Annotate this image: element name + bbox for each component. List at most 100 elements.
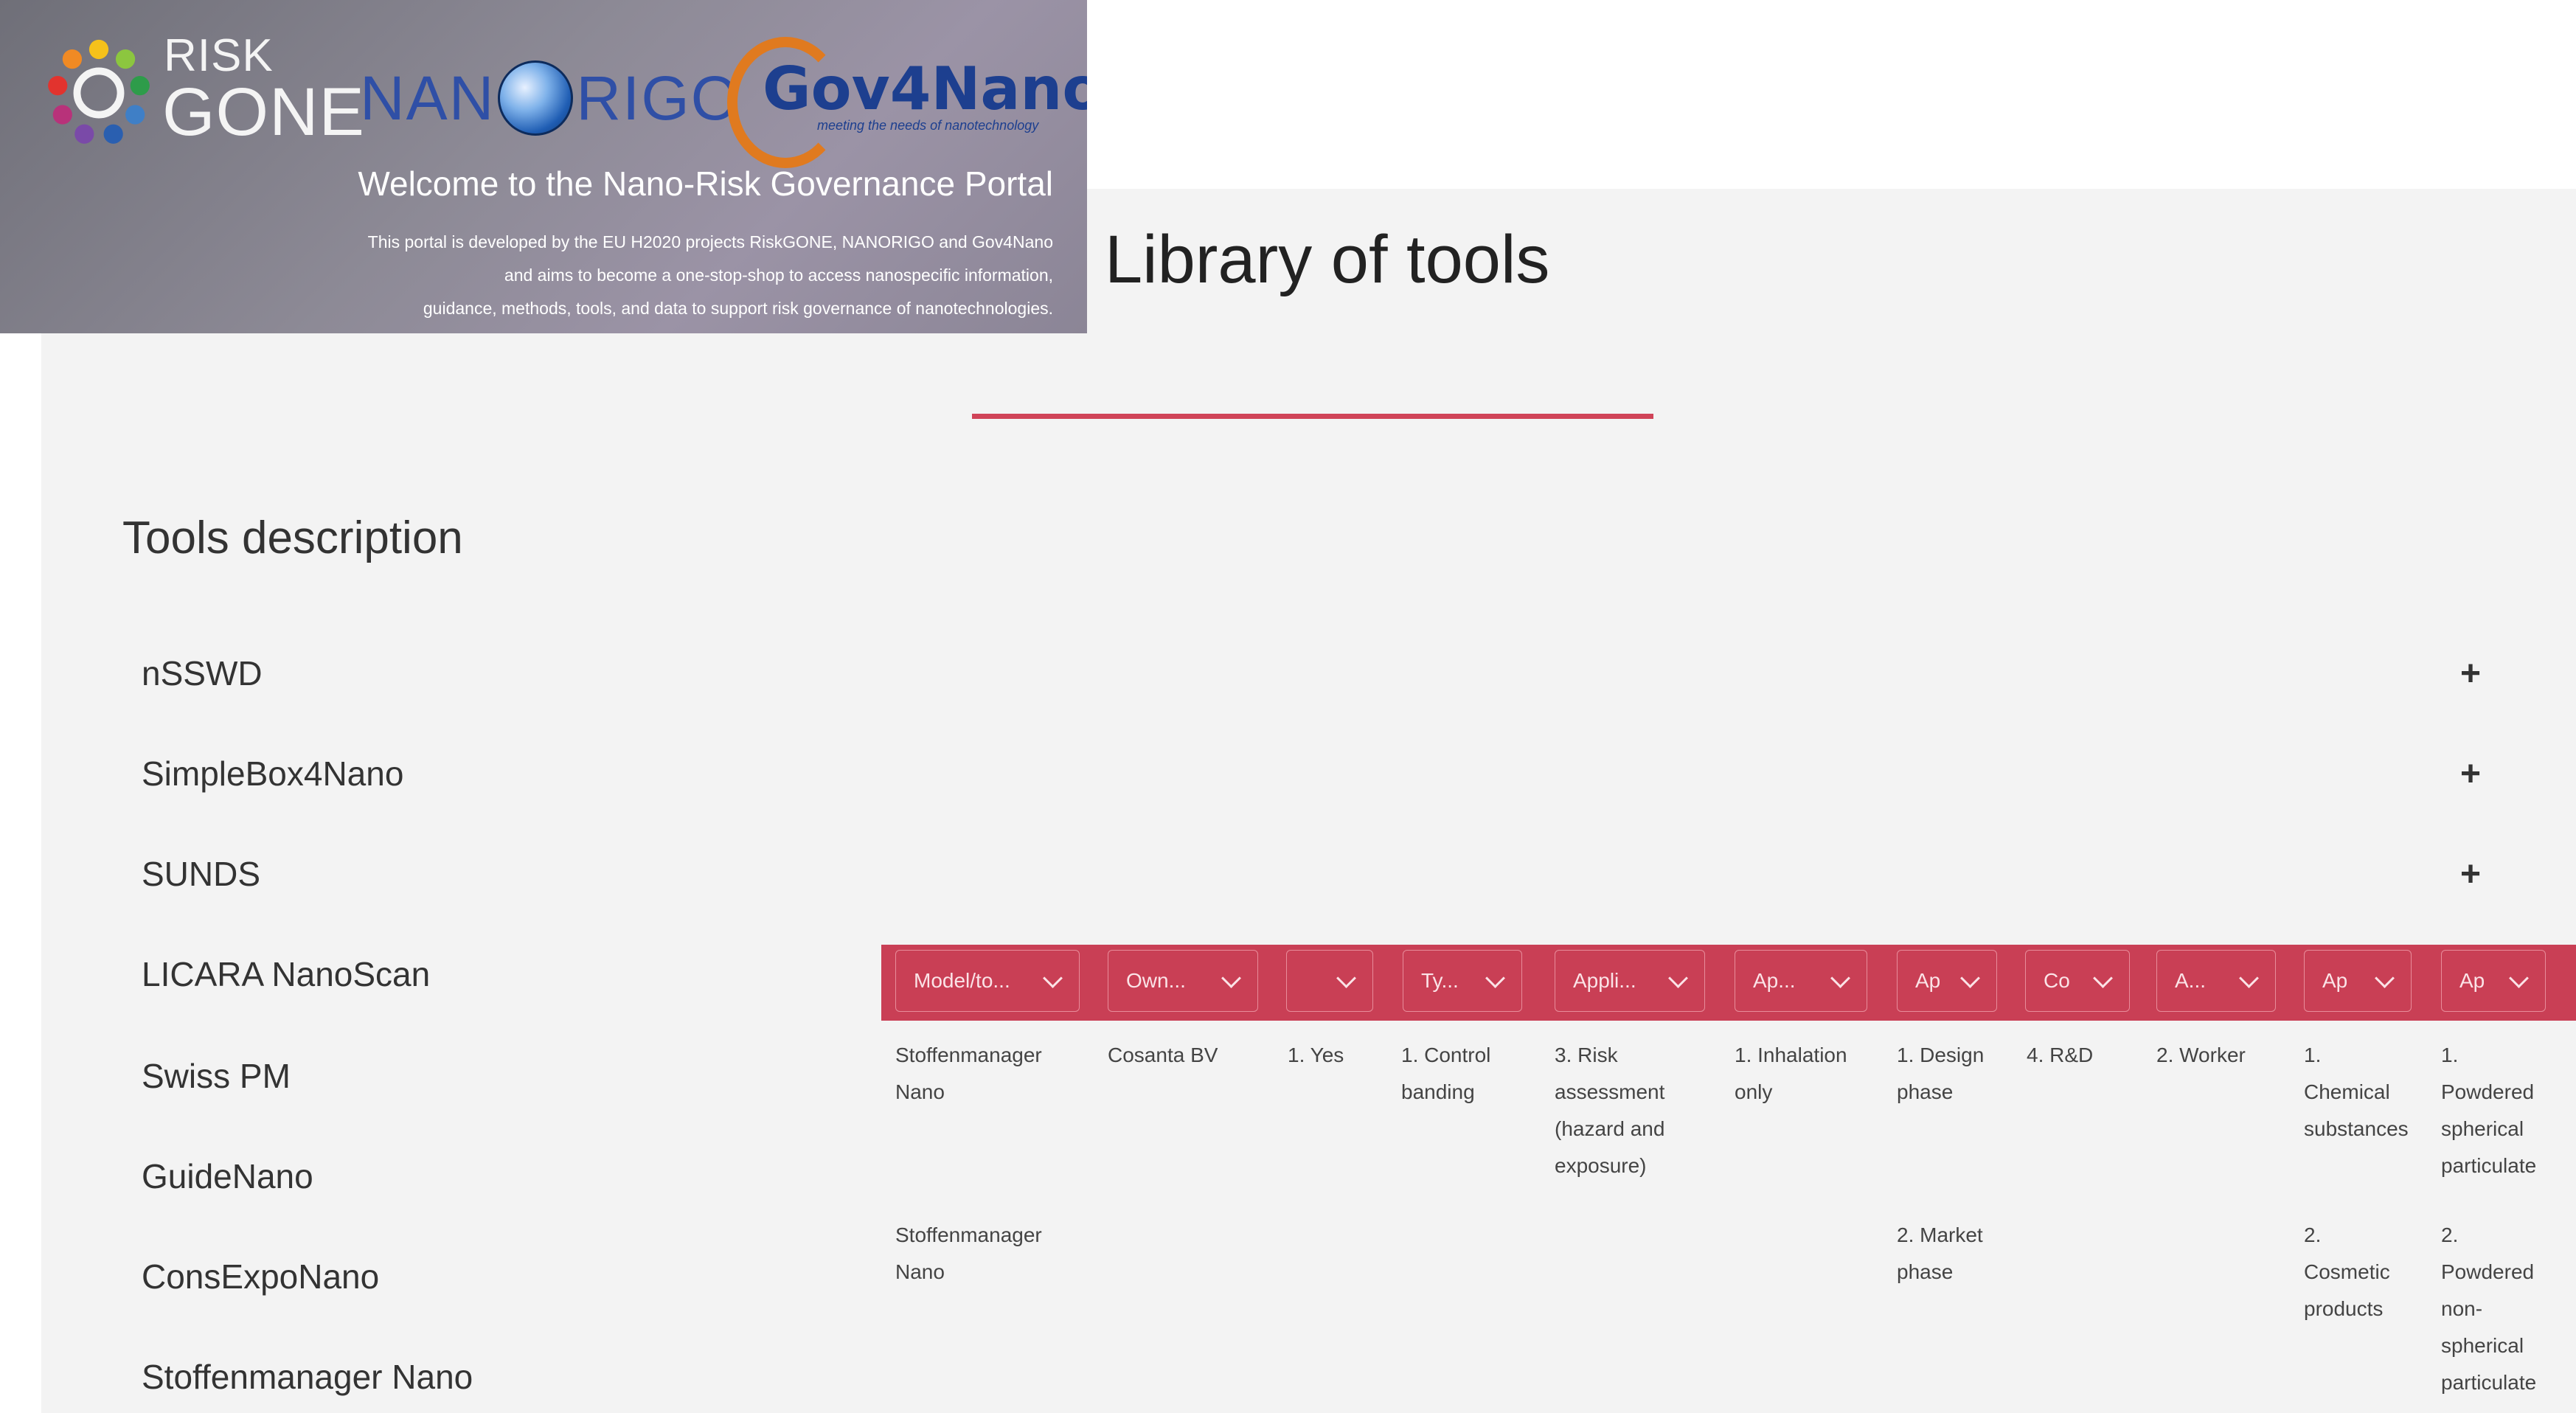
table-cell: 2. Cosmetic products xyxy=(2304,1217,2390,1327)
page-title: Library of tools xyxy=(1105,222,1550,297)
cell-line: 1. xyxy=(2441,1044,2459,1066)
tool-item-consexponano[interactable]: ConsExpoNano xyxy=(142,1257,379,1296)
chevron-down-icon xyxy=(1830,968,1850,988)
section-title: Tools description xyxy=(122,513,463,563)
tool-item-licara-nanoscan[interactable]: LICARA NanoScan xyxy=(142,954,430,994)
table-cell: Stoffenmanager Nano xyxy=(895,1037,1042,1111)
expand-icon[interactable]: + xyxy=(2460,754,2481,794)
nanorigo-logo: NAN RIGO xyxy=(360,60,740,136)
filter-dropdown-application[interactable]: Appli... xyxy=(1555,950,1705,1012)
chevron-down-icon xyxy=(2239,968,2259,988)
intro-line: This portal is developed by the EU H2020… xyxy=(367,232,1053,251)
filter-label: Ty... xyxy=(1421,969,1459,992)
intro-line: guidance, methods, tools, and data to su… xyxy=(423,299,1053,318)
table-cell: 2. Market phase xyxy=(1897,1217,1983,1291)
cell-line: banding xyxy=(1401,1080,1475,1103)
table-cell: 4. R&D xyxy=(2027,1037,2093,1074)
filter-label: Ap xyxy=(2459,969,2485,992)
cell-line: spherical xyxy=(2441,1334,2524,1357)
filter-label: Appli... xyxy=(1573,969,1636,992)
filter-label: Co xyxy=(2044,969,2070,992)
table-cell: Cosanta BV xyxy=(1108,1037,1218,1074)
portal-banner: RISK GONE NAN RIGO Gov4Nano meeting the … xyxy=(0,0,1087,333)
table-cell: 2. Worker xyxy=(2156,1037,2246,1074)
intro-line: and aims to become a one-stop-shop to ac… xyxy=(504,265,1053,285)
cell-line: 3. Risk xyxy=(1555,1044,1618,1066)
chevron-down-icon xyxy=(2509,968,2529,988)
cell-line: non- xyxy=(2441,1297,2483,1320)
cell-line: 2. xyxy=(2304,1223,2322,1246)
cell-line: phase xyxy=(1897,1080,1954,1103)
riskgone-logo-gone: GONE xyxy=(162,74,365,150)
table-cell: 2. Powdered non-spherical particulate xyxy=(2441,1217,2536,1401)
cell-line: phase xyxy=(1897,1260,1954,1283)
riskgone-wheel-icon xyxy=(48,39,150,144)
cell-line: Chemical xyxy=(2304,1080,2390,1103)
expand-icon[interactable]: + xyxy=(2460,653,2481,694)
tool-item-sunds[interactable]: SUNDS xyxy=(142,854,260,894)
cell-line: Nano xyxy=(895,1080,945,1103)
filter-dropdown-type[interactable]: Ty... xyxy=(1403,950,1522,1012)
filter-dropdown-model-tool[interactable]: Model/to... xyxy=(895,950,1080,1012)
filter-label: Ap xyxy=(2322,969,2348,992)
chevron-down-icon xyxy=(2375,968,2395,988)
table-cell: 1. Powdered spherical particulate xyxy=(2441,1037,2536,1184)
filter-label: Ap... xyxy=(1753,969,1796,992)
chevron-down-icon xyxy=(1336,968,1356,988)
cell-line: particulate xyxy=(2441,1154,2537,1177)
table-cell: 1. Design phase xyxy=(1897,1037,1984,1111)
nanorigo-logo-right: RIGO xyxy=(576,63,741,133)
tool-item-nsswd[interactable]: nSSWD xyxy=(142,653,263,693)
welcome-heading: Welcome to the Nano-Risk Governance Port… xyxy=(358,164,1053,203)
filter-dropdown-free[interactable] xyxy=(1286,950,1373,1012)
chevron-down-icon xyxy=(1221,968,1241,988)
chevron-down-icon xyxy=(1485,968,1505,988)
gov4nano-tagline: meeting the needs of nanotechnology xyxy=(817,118,1039,133)
cell-line: spherical xyxy=(2441,1117,2524,1140)
cell-line: 1. xyxy=(2304,1044,2322,1066)
cell-line: Cosanta BV xyxy=(1108,1044,1218,1066)
chevron-down-icon xyxy=(1668,968,1688,988)
cell-line: assessment xyxy=(1555,1080,1665,1103)
filter-dropdown-particle-form[interactable]: Ap xyxy=(2441,950,2546,1012)
chevron-down-icon xyxy=(2093,968,2113,988)
expand-icon[interactable]: + xyxy=(2460,854,2481,895)
table-cell: 1. Inhalation only xyxy=(1735,1037,1847,1111)
portal-intro: This portal is developed by the EU H2020… xyxy=(242,226,1053,325)
table-cell: 1. Yes xyxy=(1288,1037,1344,1074)
tool-item-swiss-pm[interactable]: Swiss PM xyxy=(142,1056,291,1096)
nanorigo-logo-left: NAN xyxy=(360,63,496,133)
table-cell: 1. Chemical substances xyxy=(2304,1037,2409,1148)
cell-line: exposure) xyxy=(1555,1154,1647,1177)
cell-line: 2. Market xyxy=(1897,1223,1983,1246)
filter-label: Ap xyxy=(1915,969,1941,992)
cell-line: 1. Inhalation xyxy=(1735,1044,1847,1066)
cell-line: only xyxy=(1735,1080,1773,1103)
cell-line: 4. R&D xyxy=(2027,1044,2094,1066)
filter-dropdown-context[interactable]: Co xyxy=(2025,950,2130,1012)
cell-line: Cosmetic xyxy=(2304,1260,2390,1283)
cell-line: Powdered xyxy=(2441,1260,2535,1283)
gov4nano-logo: Gov4Nano xyxy=(763,55,1087,123)
title-divider xyxy=(972,414,1653,419)
chevron-down-icon xyxy=(1960,968,1980,988)
globe-icon xyxy=(498,60,574,136)
filter-dropdown-owner[interactable]: Own... xyxy=(1108,950,1258,1012)
cell-line: particulate xyxy=(2441,1371,2537,1394)
cell-line: 1. Yes xyxy=(1288,1044,1344,1066)
tool-item-simplebox4nano[interactable]: SimpleBox4Nano xyxy=(142,754,403,794)
cell-line: (hazard and xyxy=(1555,1117,1665,1140)
filter-dropdown-exposure-route[interactable]: Ap... xyxy=(1735,950,1867,1012)
cell-line: 1. Design xyxy=(1897,1044,1985,1066)
table-cell: 1. Control banding xyxy=(1401,1037,1490,1111)
filter-dropdown-audience[interactable]: A... xyxy=(2156,950,2276,1012)
page-panel xyxy=(41,189,2576,1413)
tool-item-guidenano[interactable]: GuideNano xyxy=(142,1156,313,1196)
filter-dropdown-substance[interactable]: Ap xyxy=(2304,950,2412,1012)
tool-item-stoffenmanager-nano[interactable]: Stoffenmanager Nano xyxy=(142,1357,473,1397)
filter-label: A... xyxy=(2175,969,2207,992)
cell-line: 2. xyxy=(2441,1223,2459,1246)
cell-line: Stoffenmanager xyxy=(895,1044,1042,1066)
filter-dropdown-phase[interactable]: Ap xyxy=(1897,950,1997,1012)
cell-line: Nano xyxy=(895,1260,945,1283)
